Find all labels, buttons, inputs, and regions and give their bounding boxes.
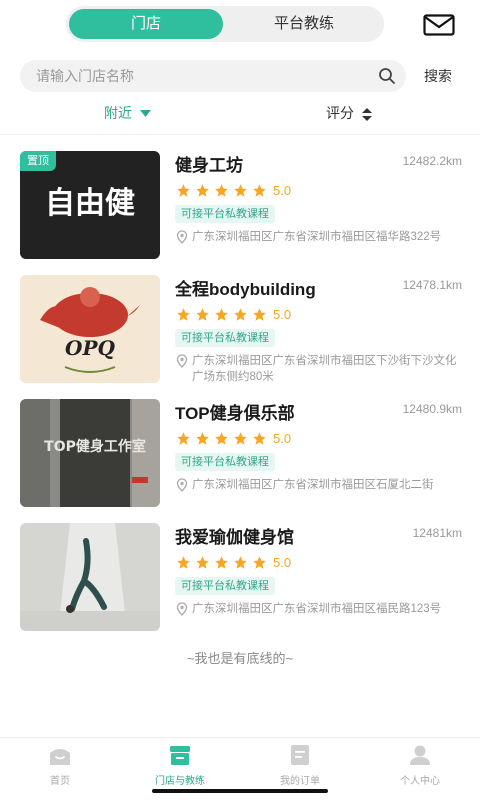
store-address: 广东深圳福田区广东省深圳市福田区福民路123号: [176, 601, 462, 617]
search-icon[interactable]: [378, 67, 396, 85]
filter-nearby-label: 附近: [104, 105, 132, 121]
nav-stores-coaches[interactable]: 门店与教练: [120, 744, 240, 792]
store-icon: [170, 746, 190, 765]
location-pin-icon: [176, 354, 188, 368]
star-icon: [177, 431, 190, 445]
store-name: 健身工坊: [175, 156, 243, 175]
store-address-text: 广东深圳福田区广东省深圳市福田区下沙街下沙文化广场东侧约80米: [192, 355, 457, 383]
store-logo-image: OPQ: [20, 275, 160, 383]
course-tag: 可接平台私教课程: [175, 577, 275, 595]
store-thumbnail: 自由健 置顶: [20, 151, 160, 259]
store-name: 我爱瑜伽健身馆: [175, 528, 294, 547]
search-button[interactable]: 搜索: [414, 62, 462, 90]
nav-stores-coaches-label: 门店与教练: [155, 776, 205, 787]
store-address: 广东深圳福田区广东省深圳市福田区下沙街下沙文化广场东侧约80米: [176, 353, 462, 385]
star-icon: [253, 307, 266, 321]
search-bar: [20, 60, 406, 92]
home-indicator[interactable]: [152, 789, 328, 793]
star-icon: [253, 555, 266, 569]
location-pin-icon: [176, 478, 188, 492]
star-rating: 5.0: [176, 429, 291, 447]
star-icon: [196, 183, 209, 197]
store-distance: 12481km: [412, 526, 462, 540]
rating-value: 5.0: [273, 430, 292, 446]
store-name: TOP健身俱乐部: [175, 404, 295, 423]
tab-platform-coaches[interactable]: 平台教练: [227, 9, 381, 39]
search-input[interactable]: [36, 60, 366, 92]
rating-value: 5.0: [273, 182, 292, 198]
store-address: 广东深圳福田区广东省深圳市福田区福华路322号: [176, 229, 462, 245]
star-icon: [234, 307, 247, 321]
store-card[interactable]: OPQ 全程bodybuilding 12478.1km 5.0 可接平台私教课…: [0, 275, 480, 387]
store-card[interactable]: 自由健 置顶 健身工坊 12482.2km 5.0 可接平台私教课程 广东深圳福…: [0, 151, 480, 263]
nav-profile[interactable]: 个人中心: [360, 744, 480, 792]
store-distance: 12480.9km: [402, 402, 462, 416]
store-photo-image: [20, 523, 160, 631]
list-end-text: ~我也是有底线的~: [186, 651, 294, 666]
star-icon: [253, 183, 266, 197]
tab-stores[interactable]: 门店: [69, 9, 223, 39]
nav-home[interactable]: 首页: [0, 744, 120, 792]
home-icon: [50, 749, 70, 765]
store-name: 全程bodybuilding: [175, 280, 316, 299]
store-address: 广东深圳福田区广东省深圳市福田区石厦北二街: [176, 477, 462, 493]
top-bar: 门店 平台教练: [0, 6, 480, 44]
nav-profile-label: 个人中心: [400, 776, 440, 787]
store-thumbnail: [20, 523, 160, 631]
store-thumbnail: OPQ: [20, 275, 160, 383]
store-card[interactable]: TOP健身工作室 TOP健身俱乐部 12480.9km 5.0 可接平台私教课程…: [0, 399, 480, 511]
segment-control: 门店 平台教练: [66, 6, 384, 42]
star-icon: [234, 183, 247, 197]
store-address-text: 广东深圳福田区广东省深圳市福田区福华路322号: [192, 231, 442, 243]
envelope-icon[interactable]: [423, 14, 455, 36]
filter-nearby[interactable]: 附近: [104, 102, 151, 124]
store-logo-text: OPQ: [65, 336, 115, 360]
star-icon: [215, 555, 228, 569]
nav-my-orders[interactable]: 我的订单: [240, 744, 360, 792]
store-logo-image: TOP健身工作室: [20, 399, 160, 507]
store-logo-text: TOP健身工作室: [44, 438, 146, 455]
course-tag: 可接平台私教课程: [175, 205, 275, 223]
course-tag: 可接平台私教课程: [175, 329, 275, 347]
star-rating: 5.0: [176, 181, 291, 199]
nav-home-label: 首页: [50, 776, 70, 787]
star-icon: [177, 555, 190, 569]
star-icon: [196, 307, 209, 321]
profile-icon: [410, 745, 430, 765]
filter-rating[interactable]: 评分: [326, 102, 372, 124]
store-address-text: 广东深圳福田区广东省深圳市福田区石厦北二街: [192, 479, 434, 491]
store-thumbnail: TOP健身工作室: [20, 399, 160, 507]
star-icon: [177, 183, 190, 197]
pinned-badge: 置顶: [20, 151, 56, 171]
star-icon: [234, 431, 247, 445]
star-rating: 5.0: [176, 553, 291, 571]
star-icon: [177, 307, 190, 321]
star-icon: [196, 431, 209, 445]
star-icon: [253, 431, 266, 445]
rating-value: 5.0: [273, 306, 292, 322]
location-pin-icon: [176, 230, 188, 244]
star-icon: [215, 307, 228, 321]
store-card[interactable]: 我爱瑜伽健身馆 12481km 5.0 可接平台私教课程 广东深圳福田区广东省深…: [0, 523, 480, 635]
divider: [0, 134, 480, 135]
store-address-text: 广东深圳福田区广东省深圳市福田区福民路123号: [192, 603, 442, 615]
store-distance: 12482.2km: [402, 154, 462, 168]
order-icon: [291, 745, 309, 765]
store-logo-text: 自由健: [45, 186, 135, 221]
star-icon: [215, 431, 228, 445]
star-icon: [234, 555, 247, 569]
star-rating: 5.0: [176, 305, 291, 323]
rating-value: 5.0: [273, 554, 292, 570]
caret-down-icon: [139, 110, 151, 118]
nav-my-orders-label: 我的订单: [280, 776, 320, 787]
filter-rating-label: 评分: [326, 105, 354, 121]
star-icon: [215, 183, 228, 197]
course-tag: 可接平台私教课程: [175, 453, 275, 471]
star-icon: [196, 555, 209, 569]
store-distance: 12478.1km: [402, 278, 462, 292]
location-pin-icon: [176, 602, 188, 616]
sort-icon: [361, 107, 372, 121]
